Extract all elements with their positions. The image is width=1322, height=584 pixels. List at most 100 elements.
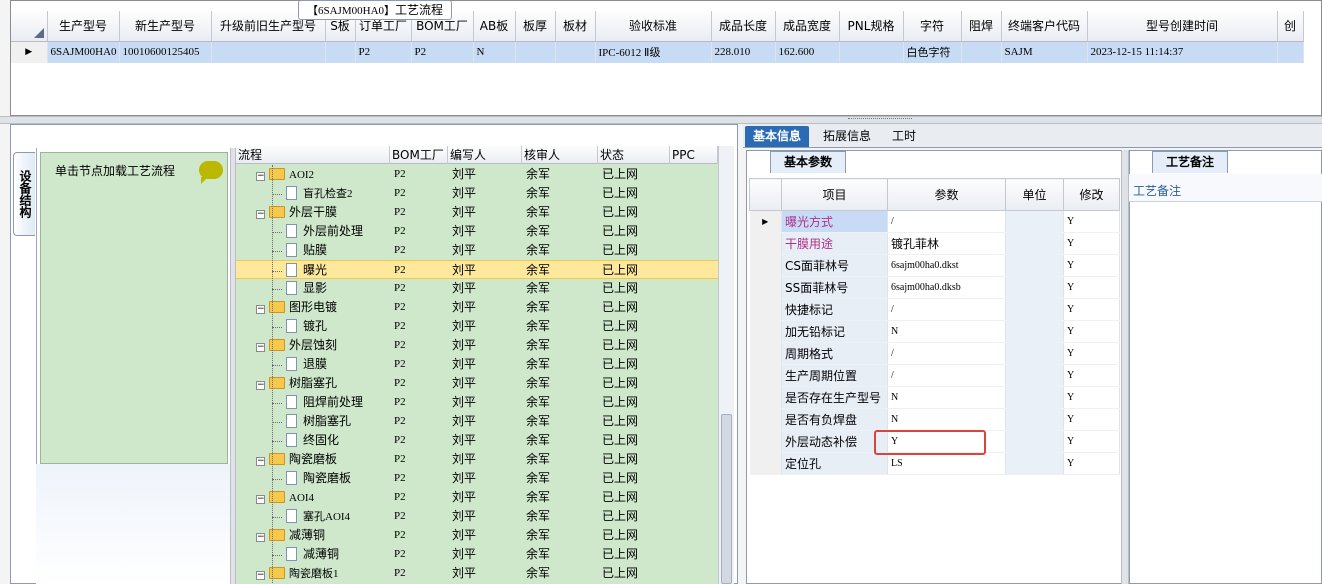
table-row[interactable]: 快捷标记 / Y <box>749 298 1120 321</box>
tree-row[interactable]: − AOI4 P2 刘平 余军 已上网 <box>236 488 718 507</box>
table-row[interactable]: 定位孔 LS Y <box>749 452 1120 475</box>
cell-mod[interactable]: Y <box>1063 276 1120 299</box>
tree-row[interactable]: − 外层干膜 P2 刘平 余军 已上网 <box>236 203 718 222</box>
cell[interactable] <box>211 41 326 63</box>
table-row[interactable]: 周期格式 / Y <box>749 342 1120 365</box>
tree-node[interactable]: − 外层蚀刻 <box>256 336 337 355</box>
col-header-bom[interactable]: BOM工厂 <box>390 146 448 164</box>
right-vertical-splitter[interactable] <box>1121 150 1129 584</box>
table-row[interactable]: 生产周期位置 / Y <box>749 364 1120 387</box>
tab-work-hours[interactable]: 工时 <box>884 126 924 147</box>
col-header[interactable]: 成品宽度 <box>775 11 840 42</box>
col-header[interactable]: 字符 <box>903 11 962 42</box>
tree-row[interactable]: − 外层蚀刻 P2 刘平 余军 已上网 <box>236 336 718 355</box>
tree-node[interactable]: 减薄铜 <box>286 545 339 564</box>
tree-row[interactable]: 盲孔检查2 P2 刘平 余军 已上网 <box>236 184 718 203</box>
tree-node[interactable]: − 树脂塞孔 <box>256 374 337 393</box>
table-row[interactable]: ▶ 曝光方式 / Y <box>749 210 1120 233</box>
collapse-icon[interactable]: − <box>256 305 265 314</box>
tree-row[interactable]: 外层前处理 P2 刘平 余军 已上网 <box>236 222 718 241</box>
col-header[interactable]: 板材 <box>555 11 596 42</box>
cell[interactable] <box>555 41 596 63</box>
col-header-flow[interactable]: 流程 <box>236 146 390 164</box>
table-row[interactable]: SS面菲林号 6sajm00ha0.dksb Y <box>749 276 1120 299</box>
tree-node[interactable]: 外层前处理 <box>286 222 363 241</box>
tree-node[interactable]: − 外层干膜 <box>256 203 337 222</box>
tree-node[interactable]: 镀孔 <box>286 317 327 336</box>
collapse-icon[interactable]: − <box>256 457 265 466</box>
collapse-icon[interactable]: − <box>256 172 265 181</box>
process-tree-scrollbar[interactable] <box>718 146 734 584</box>
tree-node[interactable]: − AOI2 <box>256 165 314 185</box>
cell-value[interactable]: / <box>887 342 1006 365</box>
tree-row[interactable]: 曝光 P2 刘平 余军 已上网 <box>236 260 718 279</box>
cell-mod[interactable]: Y <box>1063 320 1120 343</box>
cell[interactable]: 162.600 <box>775 41 840 63</box>
tab-extended-info[interactable]: 拓展信息 <box>815 126 879 147</box>
tree-node[interactable]: − 减薄铜 <box>256 526 325 545</box>
cell-unit[interactable] <box>1005 276 1064 299</box>
tree-node[interactable]: 曝光 <box>286 261 327 280</box>
tree-node[interactable]: 显影 <box>286 279 327 298</box>
col-header[interactable]: 阻焊 <box>961 11 1002 42</box>
tree-row[interactable]: 减薄铜 P2 刘平 余军 已上网 <box>236 545 718 564</box>
cell-mod[interactable]: Y <box>1063 298 1120 321</box>
cell-mod[interactable]: Y <box>1063 452 1120 475</box>
tree-node[interactable]: 退膜 <box>286 355 327 374</box>
col-header-item[interactable]: 项目 <box>781 178 888 211</box>
table-row[interactable]: 加无铅标记 N Y <box>749 320 1120 343</box>
cell[interactable]: P2 <box>411 41 474 63</box>
cell-value[interactable]: 6sajm00ha0.dksb <box>887 276 1006 299</box>
col-header[interactable]: 验收标准 <box>595 11 712 42</box>
tree-row[interactable]: 终固化 P2 刘平 余军 已上网 <box>236 431 718 450</box>
cell-value[interactable]: / <box>887 298 1006 321</box>
tree-row[interactable]: 塞孔AOI4 P2 刘平 余军 已上网 <box>236 507 718 526</box>
cell-mod[interactable]: Y <box>1063 386 1120 409</box>
table-row[interactable]: CS面菲林号 6sajm00ha0.dkst Y <box>749 254 1120 277</box>
cell-value[interactable]: / <box>887 210 1006 233</box>
cell-mod[interactable]: Y <box>1063 232 1120 255</box>
cell-mod[interactable]: Y <box>1063 342 1120 365</box>
cell-unit[interactable] <box>1005 452 1064 475</box>
cell-unit[interactable] <box>1005 254 1064 277</box>
col-header-writer[interactable]: 编写人 <box>448 146 522 164</box>
cell-unit[interactable] <box>1005 342 1064 365</box>
horizontal-splitter[interactable] <box>0 116 1322 124</box>
tree-node[interactable]: 阻焊前处理 <box>286 393 363 412</box>
col-header[interactable]: AB板 <box>473 11 516 42</box>
cell[interactable]: SAJM <box>1001 41 1088 63</box>
grid-corner[interactable] <box>749 178 782 211</box>
tree-row[interactable]: − 树脂塞孔 P2 刘平 余军 已上网 <box>236 374 718 393</box>
cell-unit[interactable] <box>1005 408 1064 431</box>
col-header-param[interactable]: 参数 <box>887 178 1006 211</box>
cell-unit[interactable] <box>1005 232 1064 255</box>
tree-row[interactable]: − 减薄铜 P2 刘平 余军 已上网 <box>236 526 718 545</box>
col-header[interactable]: PNL规格 <box>839 11 904 42</box>
cell[interactable]: 228.010 <box>711 41 776 63</box>
collapse-icon[interactable]: − <box>256 210 265 219</box>
tree-node[interactable]: − 陶瓷磨板1 <box>256 564 339 584</box>
cell[interactable]: P2 <box>355 41 412 63</box>
cell-value[interactable]: / <box>887 364 1006 387</box>
cell[interactable] <box>839 41 904 63</box>
collapse-icon[interactable]: − <box>256 343 265 352</box>
col-header[interactable]: 板厚 <box>515 11 556 42</box>
collapse-icon[interactable]: − <box>256 495 265 504</box>
tree-node[interactable]: − AOI4 <box>256 488 314 508</box>
col-header[interactable]: 生产型号 <box>47 11 120 42</box>
cell-mod[interactable]: Y <box>1063 210 1120 233</box>
col-header[interactable]: 型号创建时间 <box>1087 11 1278 42</box>
col-header-modify[interactable]: 修改 <box>1063 178 1120 211</box>
cell-mod[interactable]: Y <box>1063 408 1120 431</box>
cell-value[interactable]: N <box>887 320 1006 343</box>
table-row[interactable]: ▶ 6SAJM00HA0 10010600125405 P2 P2 N IPC-6012 … <box>11 41 1304 63</box>
tree-node[interactable]: − 陶瓷磨板 <box>256 450 337 469</box>
tree-node[interactable]: 塞孔AOI4 <box>286 507 350 527</box>
col-header-ppc[interactable]: PPC <box>670 146 718 164</box>
tree-row[interactable]: 退膜 P2 刘平 余军 已上网 <box>236 355 718 374</box>
cell[interactable] <box>961 41 1002 63</box>
cell-unit[interactable] <box>1005 320 1064 343</box>
tree-node[interactable]: 贴膜 <box>286 241 327 260</box>
cell-unit[interactable] <box>1005 364 1064 387</box>
tree-row[interactable]: − AOI2 P2 刘平 余军 已上网 <box>236 165 718 184</box>
